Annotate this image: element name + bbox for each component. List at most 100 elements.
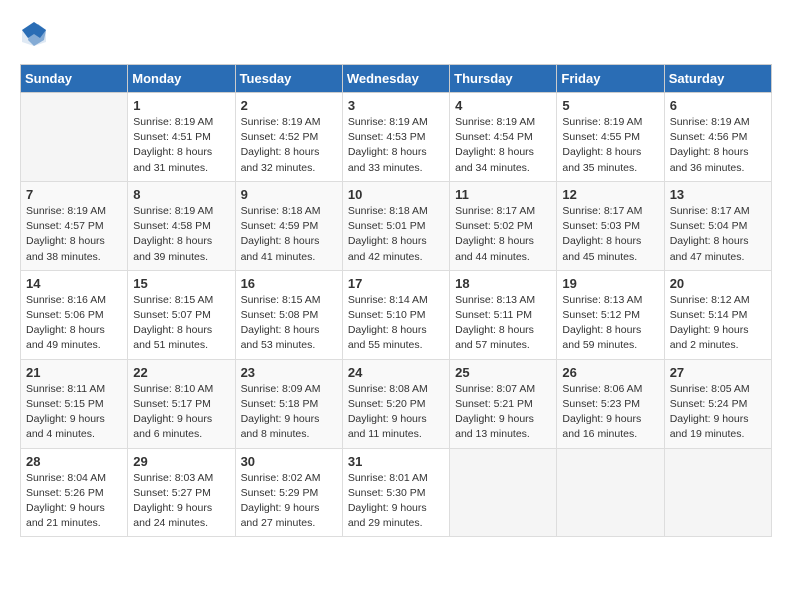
calendar-cell: 21 Sunrise: 8:11 AM Sunset: 5:15 PM Dayli… xyxy=(21,359,128,448)
calendar-cell: 22 Sunrise: 8:10 AM Sunset: 5:17 PM Dayli… xyxy=(128,359,235,448)
day-info: Sunrise: 8:03 AM Sunset: 5:27 PM Dayligh… xyxy=(133,471,229,532)
day-info: Sunrise: 8:12 AM Sunset: 5:14 PM Dayligh… xyxy=(670,293,766,354)
day-number: 4 xyxy=(455,98,551,113)
column-header-monday: Monday xyxy=(128,65,235,93)
calendar-cell: 27 Sunrise: 8:05 AM Sunset: 5:24 PM Dayli… xyxy=(664,359,771,448)
day-info: Sunrise: 8:19 AM Sunset: 4:53 PM Dayligh… xyxy=(348,115,444,176)
calendar-cell: 7 Sunrise: 8:19 AM Sunset: 4:57 PM Daylig… xyxy=(21,181,128,270)
day-number: 29 xyxy=(133,454,229,469)
calendar-cell: 4 Sunrise: 8:19 AM Sunset: 4:54 PM Daylig… xyxy=(450,93,557,182)
day-info: Sunrise: 8:19 AM Sunset: 4:52 PM Dayligh… xyxy=(241,115,337,176)
day-number: 17 xyxy=(348,276,444,291)
day-info: Sunrise: 8:17 AM Sunset: 5:02 PM Dayligh… xyxy=(455,204,551,265)
day-info: Sunrise: 8:01 AM Sunset: 5:30 PM Dayligh… xyxy=(348,471,444,532)
day-number: 13 xyxy=(670,187,766,202)
calendar-cell xyxy=(21,93,128,182)
day-number: 20 xyxy=(670,276,766,291)
day-number: 8 xyxy=(133,187,229,202)
calendar-cell: 6 Sunrise: 8:19 AM Sunset: 4:56 PM Daylig… xyxy=(664,93,771,182)
day-info: Sunrise: 8:19 AM Sunset: 4:56 PM Dayligh… xyxy=(670,115,766,176)
calendar-cell: 13 Sunrise: 8:17 AM Sunset: 5:04 PM Dayli… xyxy=(664,181,771,270)
calendar-cell: 19 Sunrise: 8:13 AM Sunset: 5:12 PM Dayli… xyxy=(557,270,664,359)
calendar-cell: 3 Sunrise: 8:19 AM Sunset: 4:53 PM Daylig… xyxy=(342,93,449,182)
day-info: Sunrise: 8:19 AM Sunset: 4:54 PM Dayligh… xyxy=(455,115,551,176)
calendar-cell: 24 Sunrise: 8:08 AM Sunset: 5:20 PM Dayli… xyxy=(342,359,449,448)
calendar-cell: 30Sunrise: 8:02 AM Sunset: 5:29 PM Dayli… xyxy=(235,448,342,537)
calendar-cell: 9 Sunrise: 8:18 AM Sunset: 4:59 PM Daylig… xyxy=(235,181,342,270)
calendar-cell: 11 Sunrise: 8:17 AM Sunset: 5:02 PM Dayli… xyxy=(450,181,557,270)
day-info: Sunrise: 8:17 AM Sunset: 5:04 PM Dayligh… xyxy=(670,204,766,265)
calendar-cell xyxy=(557,448,664,537)
calendar-cell: 20 Sunrise: 8:12 AM Sunset: 5:14 PM Dayli… xyxy=(664,270,771,359)
day-number: 26 xyxy=(562,365,658,380)
calendar-week-1: 1Sunrise: 8:19 AM Sunset: 4:51 PM Daylig… xyxy=(21,93,772,182)
day-number: 2 xyxy=(241,98,337,113)
column-header-wednesday: Wednesday xyxy=(342,65,449,93)
column-header-saturday: Saturday xyxy=(664,65,771,93)
day-number: 6 xyxy=(670,98,766,113)
calendar-cell: 16 Sunrise: 8:15 AM Sunset: 5:08 PM Dayli… xyxy=(235,270,342,359)
day-info: Sunrise: 8:10 AM Sunset: 5:17 PM Dayligh… xyxy=(133,382,229,443)
calendar-cell: 1Sunrise: 8:19 AM Sunset: 4:51 PM Daylig… xyxy=(128,93,235,182)
calendar-cell: 29 Sunrise: 8:03 AM Sunset: 5:27 PM Dayli… xyxy=(128,448,235,537)
column-header-friday: Friday xyxy=(557,65,664,93)
day-number: 21 xyxy=(26,365,122,380)
day-info: Sunrise: 8:18 AM Sunset: 4:59 PM Dayligh… xyxy=(241,204,337,265)
calendar-week-5: 28Sunrise: 8:04 AM Sunset: 5:26 PM Dayli… xyxy=(21,448,772,537)
day-info: Sunrise: 8:15 AM Sunset: 5:07 PM Dayligh… xyxy=(133,293,229,354)
calendar-cell: 5 Sunrise: 8:19 AM Sunset: 4:55 PM Daylig… xyxy=(557,93,664,182)
day-number: 9 xyxy=(241,187,337,202)
column-header-tuesday: Tuesday xyxy=(235,65,342,93)
day-number: 27 xyxy=(670,365,766,380)
calendar-cell: 17Sunrise: 8:14 AM Sunset: 5:10 PM Dayli… xyxy=(342,270,449,359)
day-number: 31 xyxy=(348,454,444,469)
calendar-week-2: 7 Sunrise: 8:19 AM Sunset: 4:57 PM Daylig… xyxy=(21,181,772,270)
calendar-header-row: SundayMondayTuesdayWednesdayThursdayFrid… xyxy=(21,65,772,93)
day-info: Sunrise: 8:18 AM Sunset: 5:01 PM Dayligh… xyxy=(348,204,444,265)
day-number: 11 xyxy=(455,187,551,202)
calendar-week-3: 14 Sunrise: 8:16 AM Sunset: 5:06 PM Dayli… xyxy=(21,270,772,359)
calendar-cell xyxy=(664,448,771,537)
day-info: Sunrise: 8:15 AM Sunset: 5:08 PM Dayligh… xyxy=(241,293,337,354)
day-number: 3 xyxy=(348,98,444,113)
logo-icon xyxy=(20,20,48,48)
day-info: Sunrise: 8:19 AM Sunset: 4:57 PM Dayligh… xyxy=(26,204,122,265)
day-number: 18 xyxy=(455,276,551,291)
day-number: 23 xyxy=(241,365,337,380)
day-number: 7 xyxy=(26,187,122,202)
column-header-sunday: Sunday xyxy=(21,65,128,93)
day-number: 22 xyxy=(133,365,229,380)
day-info: Sunrise: 8:05 AM Sunset: 5:24 PM Dayligh… xyxy=(670,382,766,443)
calendar-week-4: 21 Sunrise: 8:11 AM Sunset: 5:15 PM Dayli… xyxy=(21,359,772,448)
day-info: Sunrise: 8:13 AM Sunset: 5:12 PM Dayligh… xyxy=(562,293,658,354)
day-info: Sunrise: 8:11 AM Sunset: 5:15 PM Dayligh… xyxy=(26,382,122,443)
calendar-cell: 25Sunrise: 8:07 AM Sunset: 5:21 PM Dayli… xyxy=(450,359,557,448)
calendar-cell: 14 Sunrise: 8:16 AM Sunset: 5:06 PM Dayli… xyxy=(21,270,128,359)
day-info: Sunrise: 8:19 AM Sunset: 4:58 PM Dayligh… xyxy=(133,204,229,265)
day-number: 14 xyxy=(26,276,122,291)
day-number: 19 xyxy=(562,276,658,291)
day-info: Sunrise: 8:08 AM Sunset: 5:20 PM Dayligh… xyxy=(348,382,444,443)
logo xyxy=(20,20,52,48)
calendar-cell: 15 Sunrise: 8:15 AM Sunset: 5:07 PM Dayli… xyxy=(128,270,235,359)
day-number: 24 xyxy=(348,365,444,380)
calendar-cell: 10 Sunrise: 8:18 AM Sunset: 5:01 PM Dayli… xyxy=(342,181,449,270)
day-number: 25 xyxy=(455,365,551,380)
day-number: 15 xyxy=(133,276,229,291)
calendar-table: SundayMondayTuesdayWednesdayThursdayFrid… xyxy=(20,64,772,537)
day-info: Sunrise: 8:17 AM Sunset: 5:03 PM Dayligh… xyxy=(562,204,658,265)
day-number: 1 xyxy=(133,98,229,113)
day-number: 10 xyxy=(348,187,444,202)
day-info: Sunrise: 8:19 AM Sunset: 4:55 PM Dayligh… xyxy=(562,115,658,176)
day-number: 12 xyxy=(562,187,658,202)
calendar-cell: 23Sunrise: 8:09 AM Sunset: 5:18 PM Dayli… xyxy=(235,359,342,448)
day-info: Sunrise: 8:16 AM Sunset: 5:06 PM Dayligh… xyxy=(26,293,122,354)
day-number: 16 xyxy=(241,276,337,291)
calendar-cell: 28Sunrise: 8:04 AM Sunset: 5:26 PM Dayli… xyxy=(21,448,128,537)
day-number: 30 xyxy=(241,454,337,469)
calendar-cell: 8 Sunrise: 8:19 AM Sunset: 4:58 PM Daylig… xyxy=(128,181,235,270)
column-header-thursday: Thursday xyxy=(450,65,557,93)
day-info: Sunrise: 8:06 AM Sunset: 5:23 PM Dayligh… xyxy=(562,382,658,443)
calendar-cell: 2 Sunrise: 8:19 AM Sunset: 4:52 PM Daylig… xyxy=(235,93,342,182)
day-number: 5 xyxy=(562,98,658,113)
